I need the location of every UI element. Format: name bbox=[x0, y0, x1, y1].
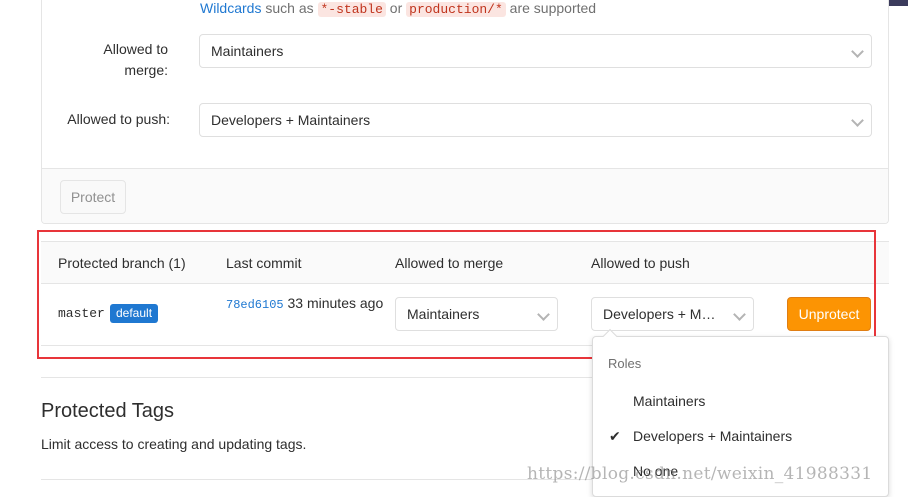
row-allowed-to-push-select[interactable]: Developers + Maintainers bbox=[591, 297, 754, 331]
check-icon: ✔ bbox=[609, 428, 621, 444]
code-example-production: production/* bbox=[406, 2, 506, 17]
protected-tags-title: Protected Tags bbox=[41, 400, 175, 422]
row-allowed-to-merge-select[interactable]: Maintainers bbox=[395, 297, 558, 331]
commit-sha-link[interactable]: 78ed6105 bbox=[226, 298, 284, 312]
chevron-down-icon bbox=[851, 45, 864, 58]
last-commit: 78ed6105 33 minutes ago bbox=[226, 293, 386, 316]
protected-tags-description: Limit access to creating and updating ta… bbox=[41, 436, 307, 452]
branch-name: master bbox=[58, 306, 105, 321]
header-last-commit: Last commit bbox=[226, 255, 302, 271]
chevron-down-icon bbox=[851, 114, 864, 127]
form-footer: Protect bbox=[42, 168, 888, 223]
commit-time: 33 minutes ago bbox=[287, 295, 384, 311]
protect-branch-form: Wildcards such as *-stable or production… bbox=[41, 0, 889, 224]
dropdown-item-maintainers[interactable]: Maintainers bbox=[593, 386, 888, 416]
wildcard-hint: Wildcards such as *-stable or production… bbox=[200, 0, 597, 17]
header-allowed-to-merge: Allowed to merge bbox=[395, 255, 504, 271]
header-allowed-to-push: Allowed to push bbox=[591, 255, 690, 271]
section-divider-bottom bbox=[41, 479, 601, 480]
unprotect-button[interactable]: Unprotect bbox=[787, 297, 871, 331]
allowed-to-push-label: Allowed to push: bbox=[67, 111, 170, 127]
chevron-down-icon bbox=[537, 308, 550, 321]
table-header: Protected branch (1) Last commit Allowed… bbox=[41, 241, 889, 284]
protect-button[interactable]: Protect bbox=[60, 180, 126, 214]
dropdown-item-developers-maintainers[interactable]: ✔ Developers + Maintainers bbox=[593, 421, 888, 451]
dropdown-header: Roles bbox=[608, 356, 642, 371]
allowed-to-merge-select[interactable]: Maintainers bbox=[199, 34, 872, 68]
allowed-to-merge-label: Allowed to merge: bbox=[103, 41, 168, 78]
header-protected-branch: Protected branch (1) bbox=[58, 255, 186, 271]
default-badge: default bbox=[110, 304, 159, 323]
watermark: https://blog.csdn.net/weixin_41988331 bbox=[527, 464, 873, 484]
wildcards-link[interactable]: Wildcards bbox=[200, 0, 261, 16]
code-example-stable: *-stable bbox=[317, 2, 386, 17]
allowed-to-push-select[interactable]: Developers + Maintainers bbox=[199, 103, 872, 137]
